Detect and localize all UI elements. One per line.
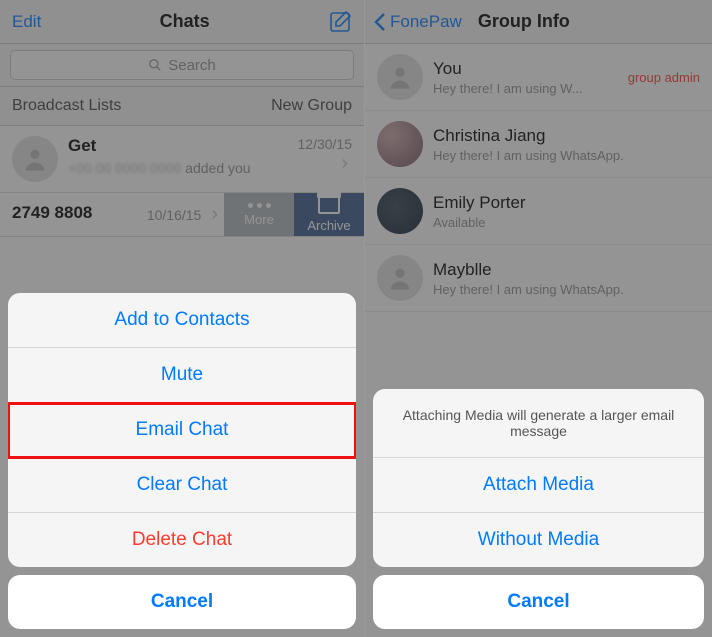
chevron-right-icon: › <box>298 152 353 175</box>
sheet-attach-media[interactable]: Attach Media <box>373 458 704 513</box>
back-button[interactable]: FonePaw <box>373 12 462 32</box>
sheet-without-media[interactable]: Without Media <box>373 513 704 567</box>
search-placeholder: Search <box>168 57 216 74</box>
search-input[interactable]: Search <box>10 50 354 80</box>
member-row[interactable]: You Hey there! I am using W... group adm… <box>365 44 712 111</box>
sheet-delete-chat[interactable]: Delete Chat <box>8 513 356 567</box>
chat-row[interactable]: Get +00 00 0000 0000 added you 12/30/15 … <box>0 126 364 193</box>
chat-row-swiped[interactable]: 2749 8808 10/16/15 › More Archive <box>0 193 364 237</box>
compose-icon[interactable] <box>328 10 352 34</box>
sheet-cancel[interactable]: Cancel <box>373 575 704 629</box>
member-row[interactable]: Mayblle Hey there! I am using WhatsApp. <box>365 245 712 312</box>
archive-button[interactable]: Archive <box>294 193 364 236</box>
chevron-right-icon: › <box>205 203 224 226</box>
archive-icon <box>318 196 340 214</box>
chat-subtitle: +00 00 0000 0000 added you <box>68 160 298 176</box>
sheet-add-to-contacts[interactable]: Add to Contacts <box>8 293 356 348</box>
more-button[interactable]: More <box>224 193 294 236</box>
chevron-left-icon <box>373 12 387 32</box>
ellipsis-icon <box>248 203 271 208</box>
member-name: Mayblle <box>433 260 700 280</box>
sheet-message: Attaching Media will generate a larger e… <box>373 389 704 458</box>
member-status: Available <box>433 215 663 230</box>
edit-button[interactable]: Edit <box>12 12 41 32</box>
member-name: Christina Jiang <box>433 126 700 146</box>
chat-name: Get <box>68 136 298 156</box>
member-row[interactable]: Emily Porter Available <box>365 178 712 245</box>
sheet-cancel[interactable]: Cancel <box>8 575 356 629</box>
sheet-clear-chat[interactable]: Clear Chat <box>8 458 356 513</box>
chat-date: 10/16/15 <box>147 207 202 223</box>
sheet-mute[interactable]: Mute <box>8 348 356 403</box>
member-row[interactable]: Christina Jiang Hey there! I am using Wh… <box>365 111 712 178</box>
member-name: You <box>433 59 628 79</box>
action-sheet: Add to Contacts Mute Email Chat Clear Ch… <box>8 293 356 629</box>
member-name: Emily Porter <box>433 193 700 213</box>
avatar-icon <box>12 136 58 182</box>
chat-date: 12/30/15 <box>298 136 353 152</box>
sheet-email-chat[interactable]: Email Chat <box>8 403 356 458</box>
member-status: Hey there! I am using W... <box>433 81 628 96</box>
page-title: Chats <box>160 11 210 32</box>
page-title: Group Info <box>478 11 570 32</box>
broadcast-lists-link[interactable]: Broadcast Lists <box>12 97 121 115</box>
admin-badge: group admin <box>628 70 700 85</box>
member-status: Hey there! I am using WhatsApp. <box>433 148 663 163</box>
avatar <box>377 121 423 167</box>
action-sheet: Attaching Media will generate a larger e… <box>373 389 704 629</box>
avatar <box>377 188 423 234</box>
search-icon <box>148 58 162 72</box>
avatar-icon <box>377 255 423 301</box>
chat-name: 2749 8808 <box>12 203 92 223</box>
new-group-link[interactable]: New Group <box>271 97 352 115</box>
member-status: Hey there! I am using WhatsApp. <box>433 282 663 297</box>
avatar-icon <box>377 54 423 100</box>
